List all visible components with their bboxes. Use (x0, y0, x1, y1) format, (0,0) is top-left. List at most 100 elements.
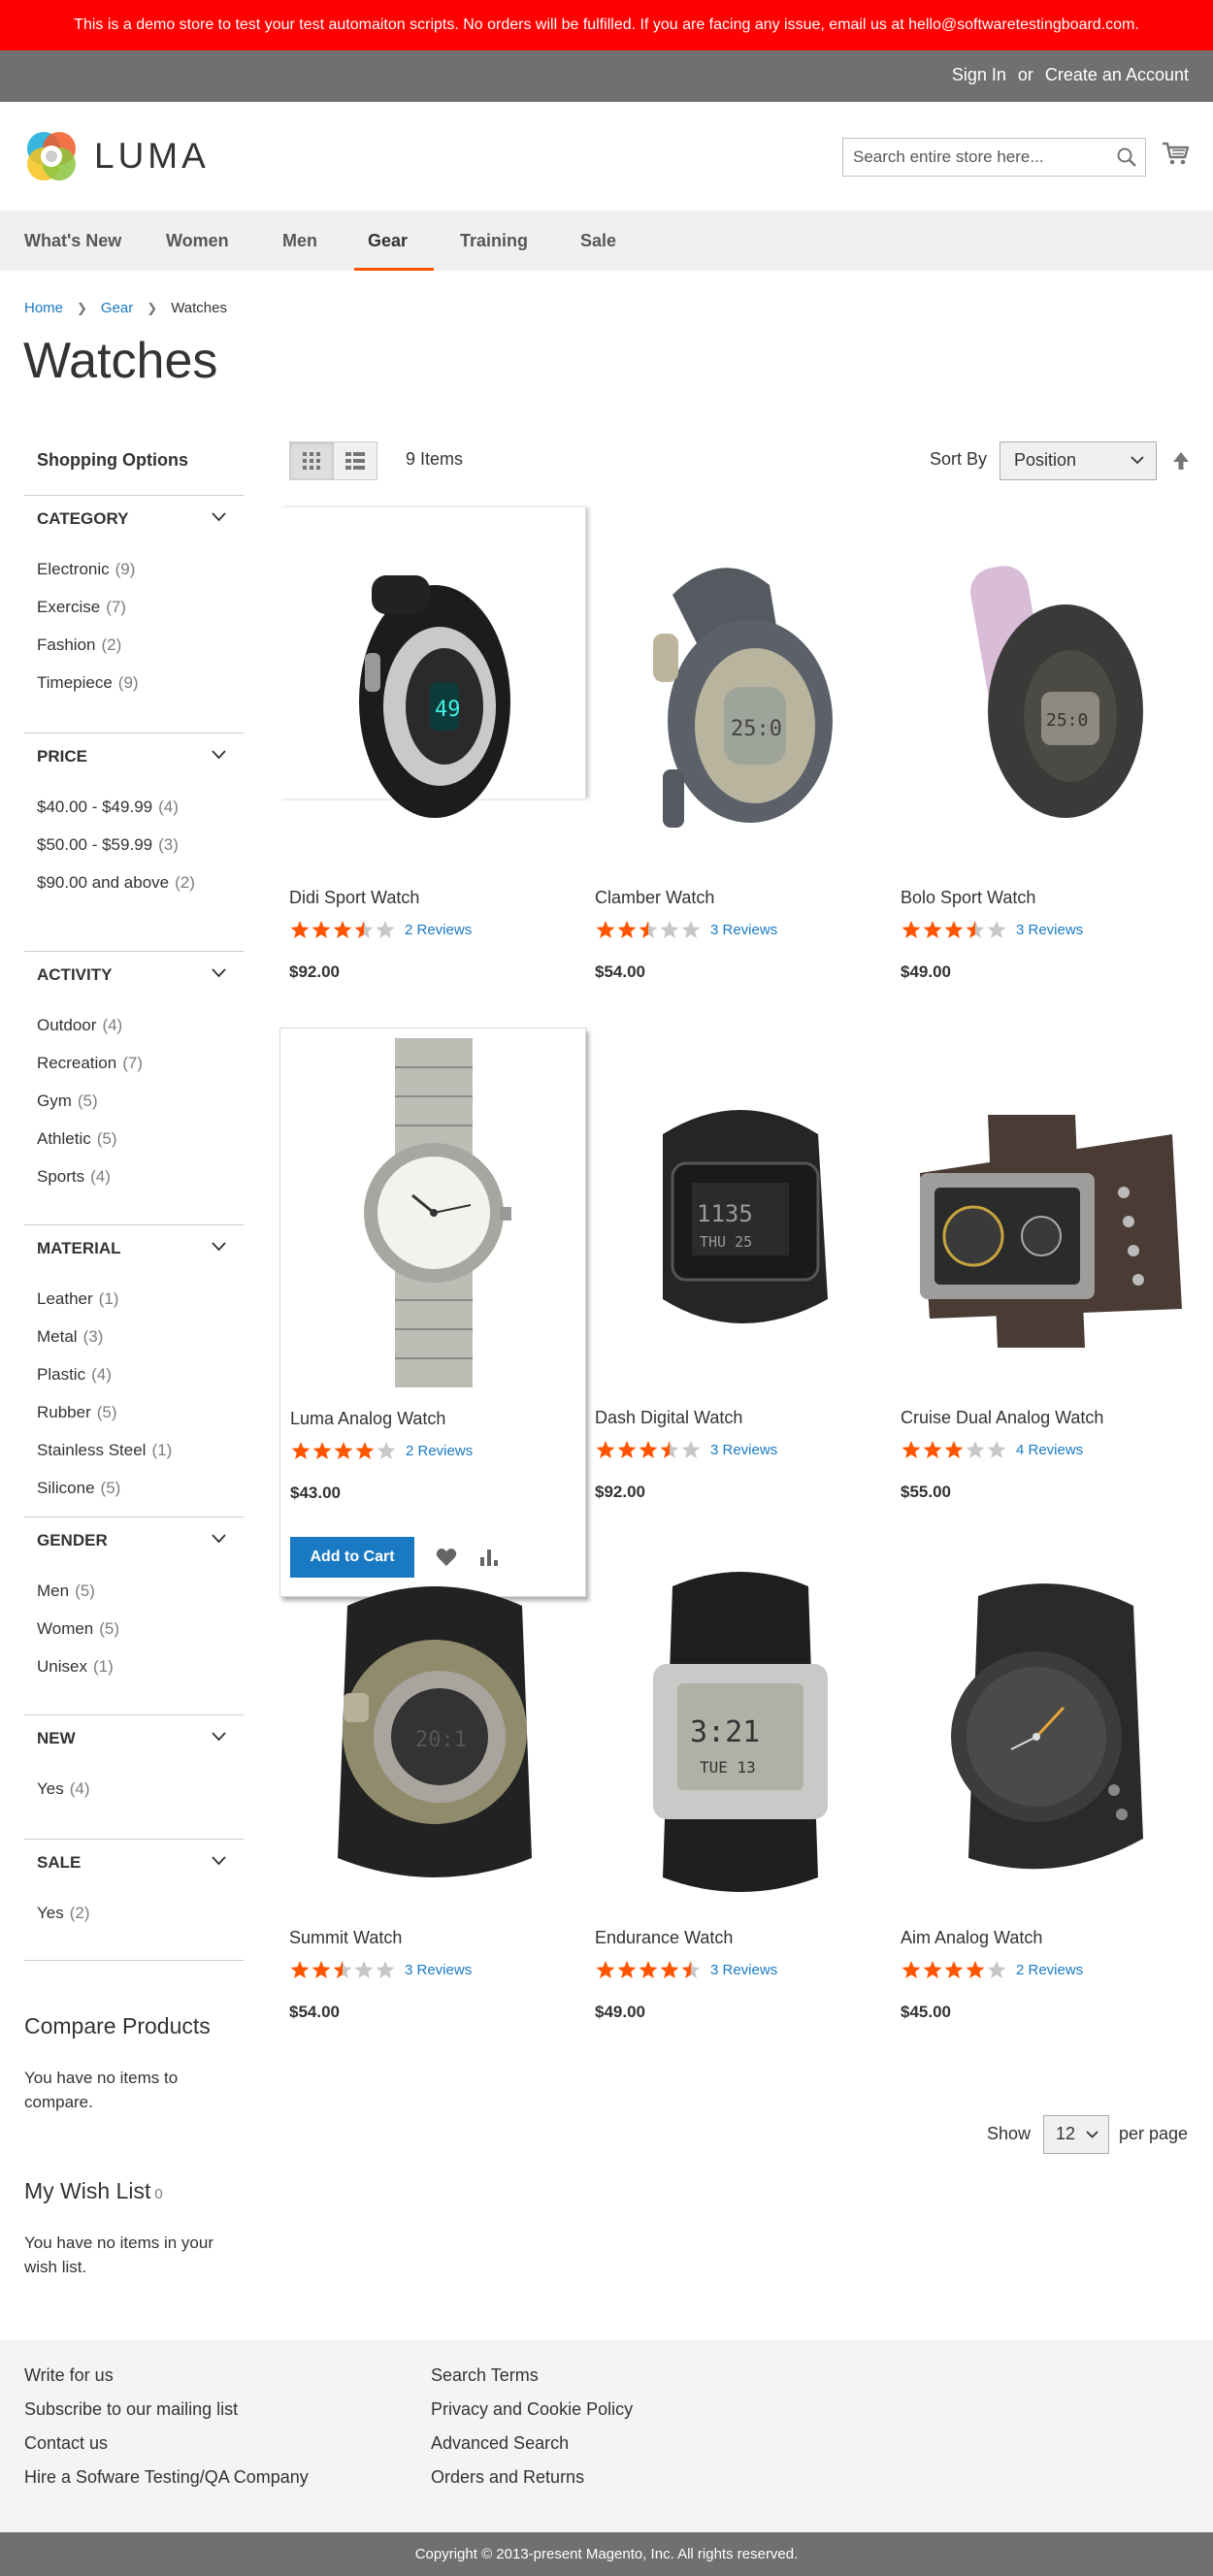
reviews-link[interactable]: 2 Reviews (405, 922, 472, 938)
product-image[interactable]: 25:0 (891, 507, 1197, 876)
breadcrumb-gear[interactable]: Gear (101, 300, 133, 316)
product-card[interactable]: 49 Didi Sport Watch 2 Reviews $92.00 (279, 507, 586, 981)
reviews-link[interactable]: 2 Reviews (406, 1443, 473, 1459)
limiter-select[interactable]: 12 (1043, 2115, 1109, 2154)
product-name[interactable]: Summit Watch (289, 1928, 402, 1948)
sort-direction-arrow-icon[interactable] (1172, 451, 1190, 471)
product-name[interactable]: Dash Digital Watch (595, 1408, 742, 1428)
filter-title[interactable]: CATEGORY (37, 509, 128, 529)
product-name[interactable]: Bolo Sport Watch (901, 888, 1035, 908)
filter-option[interactable]: Athletic (5) (37, 1129, 117, 1149)
chevron-down-icon[interactable] (212, 1242, 226, 1252)
filter-option[interactable]: Women (5) (37, 1619, 119, 1639)
product-name[interactable]: Cruise Dual Analog Watch (901, 1408, 1103, 1428)
filter-option[interactable]: Gym (5) (37, 1092, 98, 1111)
create-account-link[interactable]: Create an Account (1045, 65, 1189, 85)
filter-title[interactable]: NEW (37, 1729, 76, 1748)
chevron-down-icon[interactable] (212, 1732, 226, 1742)
cart-icon[interactable] (1161, 139, 1190, 168)
chevron-down-icon[interactable] (212, 968, 226, 978)
product-card[interactable]: Aim Analog Watch 2 Reviews $45.00 (891, 1548, 1197, 2052)
reviews-link[interactable]: 3 Reviews (1016, 922, 1083, 938)
product-image[interactable] (891, 1548, 1197, 1916)
reviews-link[interactable]: 2 Reviews (1016, 1962, 1083, 1978)
product-name[interactable]: Luma Analog Watch (290, 1409, 445, 1429)
filter-option[interactable]: $40.00 - $49.99 (4) (37, 798, 179, 817)
filter-option[interactable]: $90.00 and above (2) (37, 873, 195, 893)
filter-option[interactable]: Stainless Steel (1) (37, 1441, 172, 1460)
filter-option[interactable]: Silicone (5) (37, 1479, 120, 1498)
filter-option[interactable]: Electronic (9) (37, 560, 135, 579)
footer-link-search-terms[interactable]: Search Terms (431, 2365, 539, 2386)
product-card[interactable]: 3:21 TUE 13 Endurance Watch 3 Reviews $49.00 (585, 1548, 892, 2052)
product-name[interactable]: Aim Analog Watch (901, 1928, 1042, 1948)
filter-option[interactable]: Exercise (7) (37, 598, 126, 617)
footer-link-contact[interactable]: Contact us (24, 2433, 108, 2454)
filter-title[interactable]: SALE (37, 1853, 81, 1873)
nav-whats-new[interactable]: What's New (24, 211, 121, 271)
footer-link-hire[interactable]: Hire a Sofware Testing/QA Company (24, 2467, 309, 2488)
filter-option[interactable]: Leather (1) (37, 1289, 118, 1309)
search-input[interactable] (853, 147, 1096, 167)
sign-in-link[interactable]: Sign In (952, 65, 1006, 85)
nav-training[interactable]: Training (460, 211, 528, 271)
reviews-link[interactable]: 4 Reviews (1016, 1442, 1083, 1458)
product-card[interactable]: 20:1 Summit Watch 3 Reviews $54.00 (279, 1548, 586, 2052)
footer-link-write-for-us[interactable]: Write for us (24, 2365, 114, 2386)
nav-men[interactable]: Men (282, 211, 317, 271)
filter-option[interactable]: Sports (4) (37, 1167, 111, 1187)
product-image[interactable]: 3:21 TUE 13 (585, 1548, 892, 1916)
filter-option[interactable]: Yes (4) (37, 1779, 90, 1799)
product-card[interactable]: 1135 THU 25 Dash Digital Watch 3 Reviews $92… (585, 1027, 892, 1532)
product-image[interactable]: 20:1 (279, 1548, 586, 1916)
filter-option[interactable]: Rubber (5) (37, 1403, 117, 1422)
product-name[interactable]: Endurance Watch (595, 1928, 733, 1948)
sort-select[interactable]: Position (1000, 441, 1157, 480)
breadcrumb-home[interactable]: Home (24, 300, 63, 316)
chevron-down-icon[interactable] (212, 1534, 226, 1544)
filter-option[interactable]: Fashion (2) (37, 636, 121, 655)
filter-option[interactable]: Timepiece (9) (37, 673, 139, 693)
reviews-link[interactable]: 3 Reviews (710, 1962, 777, 1978)
filter-title[interactable]: PRICE (37, 747, 87, 766)
footer-link-advanced-search[interactable]: Advanced Search (431, 2433, 569, 2454)
chevron-down-icon[interactable] (212, 750, 226, 760)
chevron-down-icon[interactable] (212, 512, 226, 522)
list-mode-button[interactable] (333, 441, 377, 480)
product-card[interactable]: Cruise Dual Analog Watch 4 Reviews $55.00 (891, 1027, 1197, 1532)
filter-option[interactable]: Men (5) (37, 1581, 95, 1601)
product-image[interactable] (280, 1028, 587, 1397)
product-card[interactable]: 25:0 Bolo Sport Watch 3 Reviews $49.00 (891, 507, 1197, 1012)
chevron-down-icon[interactable] (212, 1856, 226, 1866)
product-name[interactable]: Clamber Watch (595, 888, 714, 908)
grid-mode-button[interactable] (289, 441, 334, 480)
nav-women[interactable]: Women (166, 211, 229, 271)
reviews-link[interactable]: 3 Reviews (710, 1442, 777, 1458)
filter-title[interactable]: MATERIAL (37, 1239, 121, 1258)
filter-title[interactable]: GENDER (37, 1531, 108, 1550)
logo[interactable]: LUMA (24, 129, 210, 183)
nav-gear[interactable]: Gear (354, 211, 434, 271)
filter-option[interactable]: Recreation (7) (37, 1054, 143, 1073)
product-name[interactable]: Didi Sport Watch (289, 888, 419, 908)
product-image[interactable]: 49 (279, 507, 586, 876)
product-image[interactable]: 25:0 (585, 507, 892, 876)
footer-link-privacy[interactable]: Privacy and Cookie Policy (431, 2399, 633, 2420)
filter-option[interactable]: Metal (3) (37, 1327, 103, 1347)
filter-option[interactable]: Yes (2) (37, 1904, 90, 1923)
product-card[interactable]: 25:0 Clamber Watch 3 Reviews $54.00 (585, 507, 892, 1012)
filter-option[interactable]: Outdoor (4) (37, 1016, 122, 1035)
footer-link-subscribe[interactable]: Subscribe to our mailing list (24, 2399, 238, 2420)
product-card[interactable]: Luma Analog Watch 2 Reviews $43.00 Add to C… (279, 1027, 586, 1597)
reviews-link[interactable]: 3 Reviews (405, 1962, 472, 1978)
filter-option[interactable]: Unisex (1) (37, 1657, 114, 1677)
reviews-link[interactable]: 3 Reviews (710, 922, 777, 938)
footer-link-orders-returns[interactable]: Orders and Returns (431, 2467, 584, 2488)
filter-option[interactable]: Plastic (4) (37, 1365, 112, 1385)
nav-sale[interactable]: Sale (580, 211, 616, 271)
product-image[interactable] (891, 1027, 1197, 1396)
filter-option[interactable]: $50.00 - $59.99 (3) (37, 835, 179, 855)
filter-title[interactable]: ACTIVITY (37, 965, 112, 985)
search-icon[interactable] (1116, 147, 1137, 168)
product-image[interactable]: 1135 THU 25 (585, 1027, 892, 1396)
